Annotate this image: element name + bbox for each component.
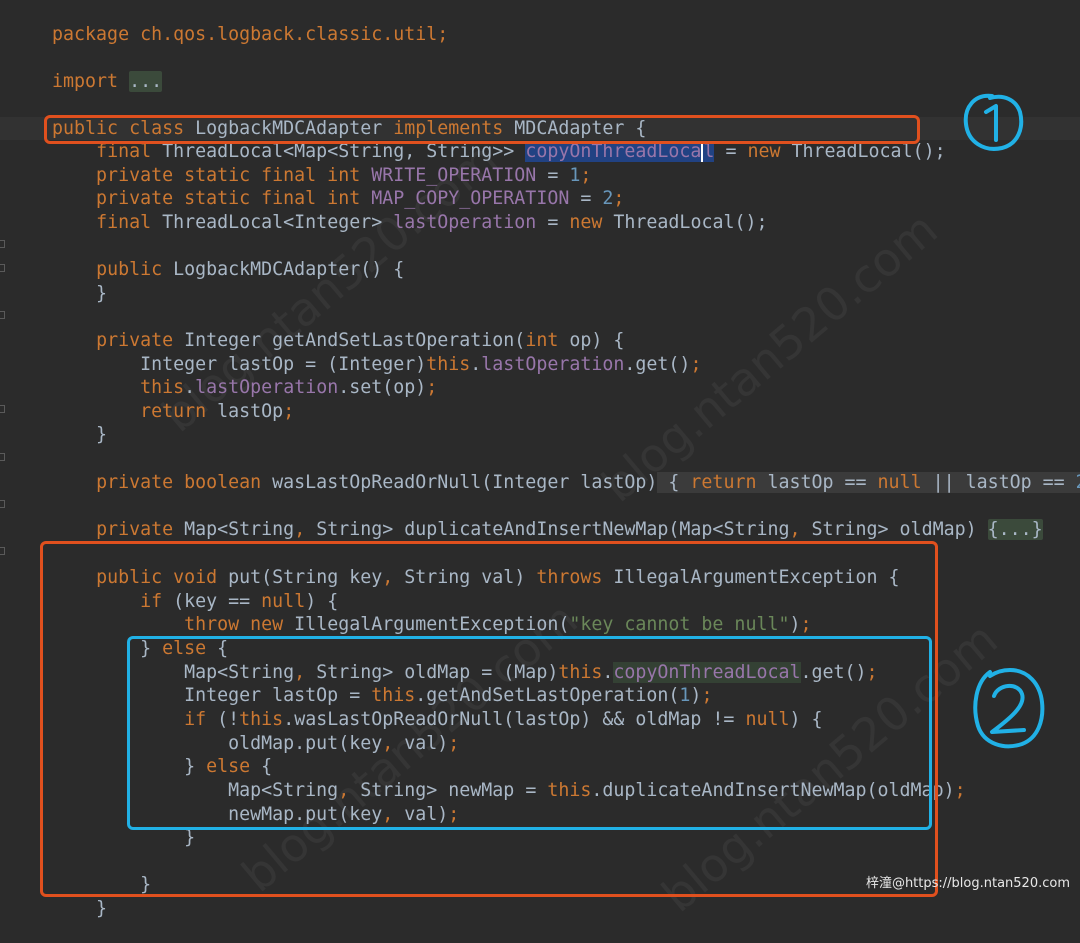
code-token: return [690,472,757,493]
code-line[interactable]: private Integer getAndSetLastOperation(i… [8,306,624,351]
code-token: return [140,401,207,422]
code-token: ThreadLocal(); [780,141,946,162]
code-token: final [96,212,152,233]
fold-marker-icon[interactable] [0,240,5,248]
code-token: String> duplicateAndInsertNewMap(Map<Str… [305,519,790,540]
code-token: lastOperation [481,354,625,375]
code-line[interactable]: final ThreadLocal<Integer> lastOperation… [8,188,767,233]
highlight-box-field [44,115,920,144]
code-token: ; [283,401,295,422]
code-line[interactable]: private Map<String, String> duplicateAnd… [8,495,1043,540]
code-token: { [657,472,691,493]
code-token: } [52,898,108,919]
code-token: wasLastOpReadOrNull(Integer lastOp) [261,472,658,493]
code-line[interactable]: public LogbackMDCAdapter() { [8,235,404,280]
code-line[interactable]: Integer lastOp = (Integer)this.lastOpera… [8,330,701,375]
code-token: } [52,424,108,445]
code-token: ThreadLocal(); [602,212,768,233]
code-line[interactable]: private static final int MAP_COPY_OPERAT… [8,164,624,209]
code-token: 2 [1075,472,1080,493]
fold-marker-icon[interactable] [0,311,5,319]
code-token: new [569,212,603,233]
fold-marker-icon[interactable] [0,500,5,508]
code-token: lastOp == [756,472,878,493]
credit-text: 梓潼@https://blog.ntan520.com [865,876,1070,891]
code-token: , [789,519,801,540]
code-token: private [96,519,174,540]
code-line[interactable]: } [8,400,107,445]
code-token: private boolean [96,472,262,493]
code-token: null [877,472,922,493]
annotation-marker-2-icon: ② [968,662,1045,749]
code-token: = [714,141,748,162]
fold-marker-icon[interactable] [0,405,5,413]
code-line[interactable]: return lastOp; [8,377,294,422]
code-line[interactable]: package ch.qos.logback.classic.util; [8,0,448,45]
code-token: lastOp [206,401,284,422]
code-line[interactable]: this.lastOperation.set(op); [8,353,437,398]
code-token: .get() [624,354,691,375]
code-line[interactable]: } [8,259,107,304]
code-line[interactable]: import ... [8,47,163,92]
folded-method-body[interactable]: {...} [987,519,1043,540]
fold-marker-icon[interactable] [0,264,5,272]
code-token: String> oldMap) [800,519,988,540]
code-token: Map<String [173,519,295,540]
marker-2-label: ② [968,662,969,663]
code-token: = [536,212,570,233]
fold-marker-icon[interactable] [0,547,5,555]
selected-identifier[interactable]: l [701,141,715,162]
code-token: .set(op) [338,377,427,398]
fold-marker-icon[interactable] [0,453,5,461]
code-token: . [470,354,482,375]
code-token: lastOperation [393,212,537,233]
code-token: new [747,141,781,162]
code-token: || lastOp == [921,472,1076,493]
code-token: ; [690,354,702,375]
code-token: LogbackMDCAdapter() { [162,259,405,280]
folded-imports[interactable]: ... [129,71,163,92]
code-token: ThreadLocal<Integer> [151,212,394,233]
code-token: package ch.qos.logback.classic.util; [52,24,449,45]
code-token: } [52,283,108,304]
annotation-marker-1-icon: ① [958,88,1024,151]
editor-gutter [0,0,8,901]
code-line[interactable]: public class LogbackMDCAdapter implement… [8,94,646,139]
code-token: , [294,519,306,540]
code-token: import [52,71,119,92]
code-line[interactable]: private static final int WRITE_OPERATION… [8,141,591,186]
code-line[interactable]: private boolean wasLastOpReadOrNull(Inte… [8,448,1080,493]
code-token: ; [954,780,966,801]
marker-1-label: ① [958,88,959,89]
highlight-box-else-branch [127,636,932,830]
code-token: ; [426,377,438,398]
